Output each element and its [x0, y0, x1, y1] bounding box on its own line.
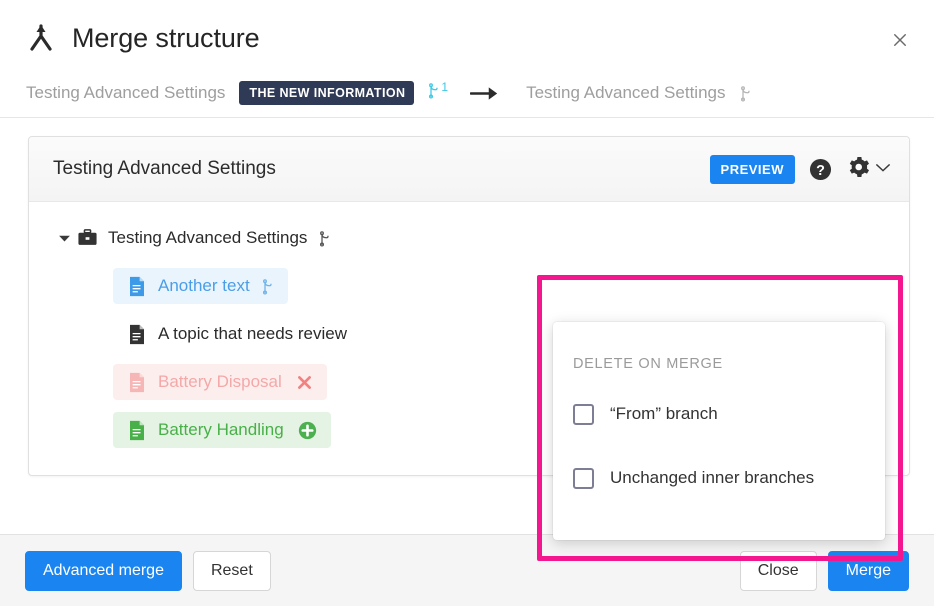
- card-title: Testing Advanced Settings: [53, 158, 276, 180]
- settings-menu-toggle[interactable]: [846, 155, 891, 184]
- dialog-header: Merge structure Testing Advanced Setting…: [0, 0, 934, 118]
- add-plus-circle-icon[interactable]: [298, 421, 317, 440]
- gear-icon: [846, 155, 870, 184]
- dialog-body: Testing Advanced Settings PREVIEW ?: [0, 118, 934, 534]
- tree-row[interactable]: A topic that needs review: [113, 316, 361, 352]
- tree-node-label: A topic that needs review: [158, 324, 347, 344]
- close-icon[interactable]: [888, 28, 912, 52]
- checkbox-label: “From” branch: [610, 404, 718, 424]
- tree-row[interactable]: Another text: [113, 268, 288, 304]
- arrow-right-icon: [470, 85, 500, 102]
- svg-text:?: ?: [816, 162, 825, 178]
- branch-icon: [319, 230, 331, 247]
- branch-icon: [428, 82, 440, 104]
- tree-node-label: Battery Handling: [158, 420, 284, 440]
- preview-button[interactable]: PREVIEW: [710, 155, 795, 184]
- tree-row[interactable]: Battery Disposal: [113, 364, 327, 400]
- delete-on-merge-dropdown: DELETE ON MERGE “From” branch Unchanged …: [553, 322, 885, 540]
- breadcrumb-target: Testing Advanced Settings: [526, 83, 751, 103]
- source-branch-indicator: 1: [428, 82, 448, 104]
- checkbox-unchanged-inner-branches[interactable]: [573, 468, 594, 489]
- page-title: Merge structure: [72, 25, 260, 52]
- document-icon: [125, 324, 149, 345]
- tree-row[interactable]: Battery Handling: [113, 412, 331, 448]
- merge-button[interactable]: Merge: [828, 551, 909, 591]
- dropdown-heading: DELETE ON MERGE: [553, 340, 885, 372]
- reset-button[interactable]: Reset: [193, 551, 271, 591]
- tree-node-label: Another text: [158, 276, 250, 296]
- checkbox-option-unchanged-inner-branches[interactable]: Unchanged inner branches: [553, 456, 885, 500]
- breadcrumb-source-label: Testing Advanced Settings: [26, 83, 225, 103]
- close-button[interactable]: Close: [740, 551, 817, 591]
- remove-x-icon[interactable]: [296, 374, 313, 391]
- dialog-footer: Advanced merge Reset Close Merge: [0, 534, 934, 606]
- briefcase-icon: [75, 229, 99, 248]
- card-header-actions: PREVIEW ?: [710, 155, 891, 184]
- footer-right-actions: Close Merge: [740, 551, 909, 591]
- caret-down-icon[interactable]: [53, 234, 75, 243]
- document-icon: [125, 420, 149, 441]
- advanced-merge-button[interactable]: Advanced merge: [25, 551, 182, 591]
- title-row: Merge structure: [26, 14, 910, 62]
- chevron-down-icon: [875, 160, 891, 178]
- branch-icon: [740, 85, 752, 102]
- document-icon: [125, 372, 149, 393]
- branch-icon: [262, 278, 274, 295]
- card-header: Testing Advanced Settings PREVIEW ?: [29, 137, 909, 202]
- breadcrumb: Testing Advanced Settings THE NEW INFORM…: [26, 78, 910, 108]
- tree-node-label: Testing Advanced Settings: [108, 228, 307, 248]
- branch-count: 1: [441, 80, 448, 94]
- merge-structure-dialog: Merge structure Testing Advanced Setting…: [0, 0, 934, 606]
- tree-node-label: Battery Disposal: [158, 372, 282, 392]
- checkbox-label: Unchanged inner branches: [610, 468, 814, 488]
- breadcrumb-target-label: Testing Advanced Settings: [526, 83, 725, 103]
- status-badge: THE NEW INFORMATION: [239, 81, 414, 105]
- checkbox-from-branch[interactable]: [573, 404, 594, 425]
- tree-row[interactable]: Testing Advanced Settings: [29, 220, 345, 256]
- merge-branch-icon: [26, 23, 56, 53]
- help-circle-icon[interactable]: ?: [809, 158, 832, 181]
- checkbox-option-from-branch[interactable]: “From” branch: [553, 392, 885, 436]
- footer-left-actions: Advanced merge Reset: [25, 551, 271, 591]
- document-icon: [125, 276, 149, 297]
